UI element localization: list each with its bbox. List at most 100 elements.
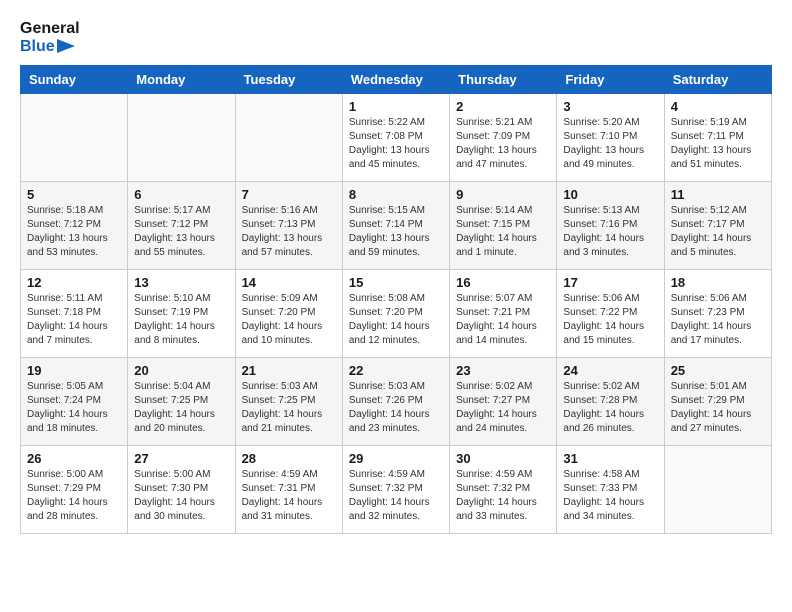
day-info: Sunrise: 5:03 AM Sunset: 7:25 PM Dayligh… [242,380,336,436]
day-info: Sunrise: 5:08 AM Sunset: 7:20 PM Dayligh… [349,292,443,348]
day-cell: 4Sunrise: 5:19 AM Sunset: 7:11 PM Daylig… [664,94,771,182]
day-info: Sunrise: 4:59 AM Sunset: 7:32 PM Dayligh… [456,468,550,524]
logo-general: General [20,20,80,38]
weekday-header-row: SundayMondayTuesdayWednesdayThursdayFrid… [21,66,772,94]
day-number: 4 [671,99,765,114]
day-info: Sunrise: 5:00 AM Sunset: 7:29 PM Dayligh… [27,468,121,524]
day-number: 10 [563,187,657,202]
weekday-header-sunday: Sunday [21,66,128,94]
day-cell: 29 Sunrise: 4:59 AM Sunset: 7:32 PM Dayli… [342,446,449,534]
day-number: 24 [563,363,657,378]
day-info: Sunrise: 5:16 AM Sunset: 7:13 PM Dayligh… [242,204,336,260]
day-info: Sunrise: 5:04 AM Sunset: 7:25 PM Dayligh… [134,380,228,436]
day-number: 11 [671,187,765,202]
logo-text: General Blue [20,20,80,55]
weekday-header-saturday: Saturday [664,66,771,94]
day-info: Sunrise: 5:01 AM Sunset: 7:29 PM Dayligh… [671,380,765,436]
day-number: 5 [27,187,121,202]
weekday-header-thursday: Thursday [450,66,557,94]
weekday-header-tuesday: Tuesday [235,66,342,94]
day-cell: 19 Sunrise: 5:05 AM Sunset: 7:24 PM Dayli… [21,358,128,446]
logo: General Blue [20,20,80,55]
day-number: 21 [242,363,336,378]
day-cell: 30 Sunrise: 4:59 AM Sunset: 7:32 PM Dayli… [450,446,557,534]
day-cell: 12 Sunrise: 5:11 AM Sunset: 7:18 PM Dayli… [21,270,128,358]
day-number: 18 [671,275,765,290]
day-cell: 28 Sunrise: 4:59 AM Sunset: 7:31 PM Dayli… [235,446,342,534]
day-info: Sunrise: 5:02 AM Sunset: 7:27 PM Dayligh… [456,380,550,436]
day-number: 23 [456,363,550,378]
day-cell [235,94,342,182]
day-cell: 24Sunrise: 5:02 AM Sunset: 7:28 PM Dayli… [557,358,664,446]
day-cell: 11Sunrise: 5:12 AM Sunset: 7:17 PM Dayli… [664,182,771,270]
day-cell: 2 Sunrise: 5:21 AM Sunset: 7:09 PM Daylig… [450,94,557,182]
day-info: Sunrise: 4:59 AM Sunset: 7:31 PM Dayligh… [242,468,336,524]
day-cell: 9 Sunrise: 5:14 AM Sunset: 7:15 PM Daylig… [450,182,557,270]
day-number: 8 [349,187,443,202]
day-cell [664,446,771,534]
day-number: 7 [242,187,336,202]
day-number: 25 [671,363,765,378]
day-cell: 5 Sunrise: 5:18 AM Sunset: 7:12 PM Daylig… [21,182,128,270]
day-number: 30 [456,451,550,466]
day-cell: 7 Sunrise: 5:16 AM Sunset: 7:13 PM Daylig… [235,182,342,270]
week-row-4: 19 Sunrise: 5:05 AM Sunset: 7:24 PM Dayli… [21,358,772,446]
day-info: Sunrise: 5:14 AM Sunset: 7:15 PM Dayligh… [456,204,550,260]
week-row-1: 1Sunrise: 5:22 AM Sunset: 7:08 PM Daylig… [21,94,772,182]
weekday-header-wednesday: Wednesday [342,66,449,94]
day-number: 6 [134,187,228,202]
weekday-header-monday: Monday [128,66,235,94]
day-info: Sunrise: 5:09 AM Sunset: 7:20 PM Dayligh… [242,292,336,348]
day-number: 12 [27,275,121,290]
day-cell: 10 Sunrise: 5:13 AM Sunset: 7:16 PM Dayli… [557,182,664,270]
day-cell: 18Sunrise: 5:06 AM Sunset: 7:23 PM Dayli… [664,270,771,358]
page-header: General Blue [20,20,772,55]
calendar-table: SundayMondayTuesdayWednesdayThursdayFrid… [20,65,772,534]
day-number: 15 [349,275,443,290]
day-cell: 13Sunrise: 5:10 AM Sunset: 7:19 PM Dayli… [128,270,235,358]
day-info: Sunrise: 5:18 AM Sunset: 7:12 PM Dayligh… [27,204,121,260]
week-row-2: 5 Sunrise: 5:18 AM Sunset: 7:12 PM Daylig… [21,182,772,270]
day-number: 26 [27,451,121,466]
day-number: 17 [563,275,657,290]
day-info: Sunrise: 5:06 AM Sunset: 7:22 PM Dayligh… [563,292,657,348]
logo-blue: Blue [20,38,80,56]
day-info: Sunrise: 5:11 AM Sunset: 7:18 PM Dayligh… [27,292,121,348]
day-number: 14 [242,275,336,290]
day-number: 27 [134,451,228,466]
day-cell: 14 Sunrise: 5:09 AM Sunset: 7:20 PM Dayli… [235,270,342,358]
day-info: Sunrise: 5:10 AM Sunset: 7:19 PM Dayligh… [134,292,228,348]
week-row-3: 12 Sunrise: 5:11 AM Sunset: 7:18 PM Dayli… [21,270,772,358]
day-cell: 21 Sunrise: 5:03 AM Sunset: 7:25 PM Dayli… [235,358,342,446]
day-number: 28 [242,451,336,466]
day-info: Sunrise: 5:21 AM Sunset: 7:09 PM Dayligh… [456,116,550,172]
day-cell: 17 Sunrise: 5:06 AM Sunset: 7:22 PM Dayli… [557,270,664,358]
day-number: 1 [349,99,443,114]
weekday-header-friday: Friday [557,66,664,94]
day-number: 29 [349,451,443,466]
day-info: Sunrise: 5:15 AM Sunset: 7:14 PM Dayligh… [349,204,443,260]
day-info: Sunrise: 4:58 AM Sunset: 7:33 PM Dayligh… [563,468,657,524]
day-number: 3 [563,99,657,114]
day-cell: 31 Sunrise: 4:58 AM Sunset: 7:33 PM Dayli… [557,446,664,534]
day-number: 9 [456,187,550,202]
week-row-5: 26 Sunrise: 5:00 AM Sunset: 7:29 PM Dayli… [21,446,772,534]
day-info: Sunrise: 5:13 AM Sunset: 7:16 PM Dayligh… [563,204,657,260]
day-number: 2 [456,99,550,114]
day-number: 22 [349,363,443,378]
day-info: Sunrise: 5:05 AM Sunset: 7:24 PM Dayligh… [27,380,121,436]
day-info: Sunrise: 5:20 AM Sunset: 7:10 PM Dayligh… [563,116,657,172]
day-cell: 25 Sunrise: 5:01 AM Sunset: 7:29 PM Dayli… [664,358,771,446]
day-number: 19 [27,363,121,378]
day-number: 16 [456,275,550,290]
day-cell [21,94,128,182]
day-info: Sunrise: 5:07 AM Sunset: 7:21 PM Dayligh… [456,292,550,348]
day-cell: 22 Sunrise: 5:03 AM Sunset: 7:26 PM Dayli… [342,358,449,446]
day-info: Sunrise: 5:03 AM Sunset: 7:26 PM Dayligh… [349,380,443,436]
day-cell: 20Sunrise: 5:04 AM Sunset: 7:25 PM Dayli… [128,358,235,446]
day-cell: 8 Sunrise: 5:15 AM Sunset: 7:14 PM Daylig… [342,182,449,270]
day-cell [128,94,235,182]
day-cell: 6Sunrise: 5:17 AM Sunset: 7:12 PM Daylig… [128,182,235,270]
day-number: 31 [563,451,657,466]
day-info: Sunrise: 4:59 AM Sunset: 7:32 PM Dayligh… [349,468,443,524]
